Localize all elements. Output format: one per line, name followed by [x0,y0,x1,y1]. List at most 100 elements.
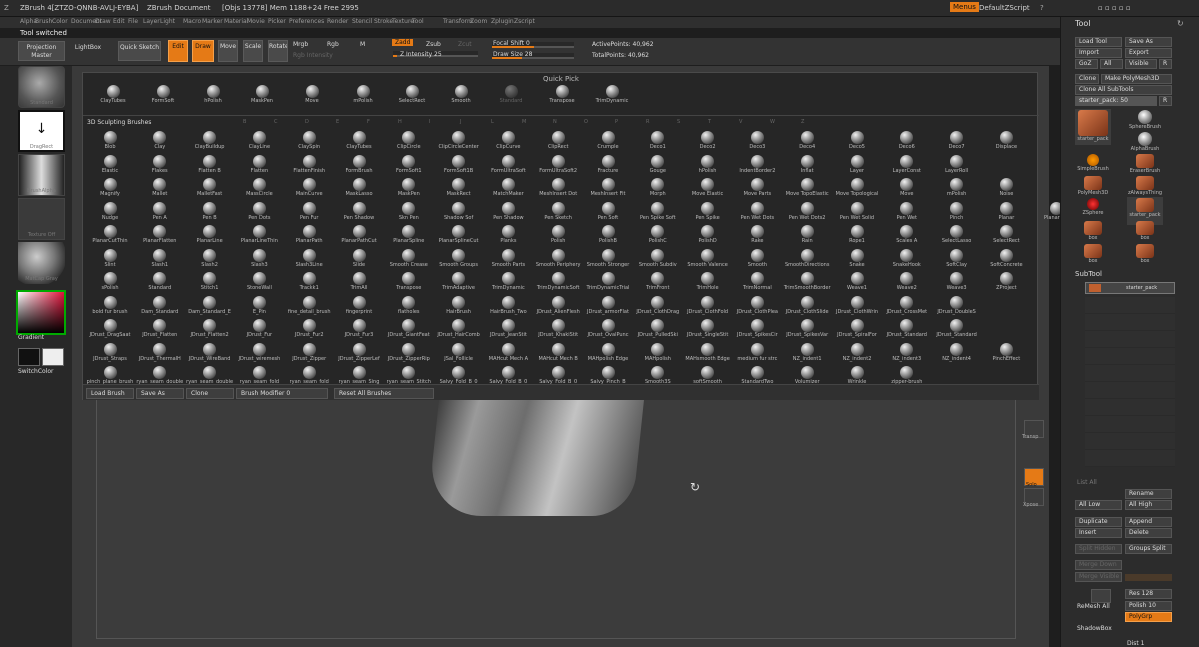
index-letter[interactable]: O [584,119,588,125]
brush-item[interactable]: Pen Wet Dots [732,201,782,224]
menu-render[interactable]: Render [327,18,348,25]
brush-item[interactable]: Layer [832,154,882,177]
current-tool-slider[interactable]: starter_pack: 50 [1075,96,1157,106]
brush-item[interactable]: Move Topological [832,178,882,200]
menu-movie[interactable]: Movie [247,18,265,25]
brush-item[interactable]: JDrust_Standard [932,319,982,341]
quick-pick-item[interactable]: hPolish [189,85,237,112]
brush-item[interactable]: Dam_Standard [135,295,185,318]
brush-item[interactable]: Transpose [384,272,434,294]
brush-item[interactable]: JDrust_ClothSlide [782,295,832,318]
brush-item[interactable]: PolishB [583,225,633,247]
delete-button[interactable]: Delete [1125,528,1172,538]
menu-stroke[interactable]: Stroke [374,18,393,25]
brush-item[interactable]: Pen Wet Dots2 [782,201,832,224]
brush-item[interactable]: Pen Soft [583,201,633,224]
polygrp-button[interactable]: PolyGrp [1125,612,1172,622]
brush-item[interactable]: Weave1 [832,272,882,294]
brush-item[interactable]: Flatten B [185,154,235,177]
brush-item[interactable]: JDrust_wiremesh [234,342,284,365]
zsub-button[interactable]: Zsub [426,41,441,48]
brush-item[interactable]: JDrust_Fur3 [334,319,384,341]
brush-item[interactable]: Pen B [185,201,235,224]
shadowbox-header[interactable]: ShadowBox [1077,625,1112,632]
brush-item[interactable]: Pen Sketch [533,201,583,224]
menus-button[interactable]: Menus [950,2,979,12]
brush-item[interactable]: Slint [85,248,135,271]
append-button[interactable]: Append [1125,517,1172,527]
menu-transform[interactable]: Transform [443,18,473,25]
clone-tool-button[interactable]: Clone [1075,74,1099,84]
brush-item[interactable]: PlanarLineThin [234,225,284,247]
main-color-swatch[interactable] [18,348,40,366]
brush-item[interactable]: Pen Spike [683,201,733,224]
palette-refresh-icon[interactable]: ↻ [1177,19,1184,28]
brush-item[interactable]: StoneWall [234,272,284,294]
brush-item[interactable]: E_Pin [234,295,284,318]
brush-item[interactable]: MaskLasso [334,178,384,200]
color-picker[interactable] [16,290,66,335]
brush-item[interactable]: Blob [85,131,135,153]
brush-item[interactable]: TrimAll [334,272,384,294]
brush-item[interactable]: PolishC [633,225,683,247]
brush-item[interactable]: JDrust_SingleStit [683,319,733,341]
brush-item[interactable]: Smooth Groups [434,248,484,271]
brush-item[interactable]: Deco5 [832,131,882,153]
merge-slider[interactable] [1125,574,1172,581]
insert-button[interactable]: Insert [1075,528,1122,538]
menu-layer[interactable]: Layer [143,18,160,25]
brush-item[interactable]: MaskRect [434,178,484,200]
index-letter[interactable]: S [677,119,680,125]
brush-item[interactable]: ClayTubes [334,131,384,153]
default-zscript-button[interactable]: DefaultZScript [979,4,1030,12]
quick-pick-item[interactable]: SelectRect [388,85,436,112]
secondary-color-swatch[interactable] [42,348,64,366]
brush-item[interactable]: Smooth Periphery [533,248,583,271]
brush-item[interactable]: Gouge [633,154,683,177]
goz-button[interactable]: GoZ [1075,59,1098,69]
brush-item[interactable]: Slash3 [234,248,284,271]
rename-button[interactable]: Rename [1125,489,1172,499]
brush-item[interactable]: ClipCircleCenter [434,131,484,153]
brush-item[interactable]: Rain [782,225,832,247]
remesh-icon[interactable] [1091,589,1111,603]
brush-item[interactable]: TrimHole [683,272,733,294]
menu-preferences[interactable]: Preferences [289,18,324,25]
brush-item[interactable]: Weave2 [882,272,932,294]
clone-brush-button[interactable]: Clone [186,388,234,399]
brush-item[interactable]: Rake [732,225,782,247]
brush-item[interactable]: Scales A [882,225,932,247]
menu-macro[interactable]: Macro [183,18,201,25]
brush-item[interactable]: Pen A [135,201,185,224]
brush-item[interactable]: medium fur strc [732,342,782,365]
save-as-tool-button[interactable]: Save As [1125,37,1172,47]
menu-brush[interactable]: Brush [35,18,52,25]
brush-item[interactable]: Pen Spike Soft [633,201,683,224]
brush-item[interactable]: ClipRect [533,131,583,153]
brush-item[interactable]: JDrust_Flatten [135,319,185,341]
gradient-label[interactable]: Gradient [18,334,44,341]
goz-all-button[interactable]: All [1100,59,1123,69]
brush-item[interactable]: IndentBorder2 [732,154,782,177]
brush-item[interactable]: JDrust_SpikesVar [782,319,832,341]
brush-item[interactable]: Standard [135,272,185,294]
brush-item[interactable]: TrimSmoothBorder [782,272,832,294]
brush-item[interactable]: Weave3 [932,272,982,294]
index-letter[interactable]: D [305,119,309,125]
brush-item[interactable]: PlanarCutThin [85,225,135,247]
index-letter[interactable]: B [243,119,246,125]
brush-item[interactable]: Skn Pen [384,201,434,224]
index-letter[interactable]: W [770,119,775,125]
brush-item[interactable]: Rope1 [832,225,882,247]
brush-item[interactable]: JDrust_SpikesCir [732,319,782,341]
index-letter[interactable]: J [460,119,461,125]
brush-item[interactable]: LayerConst [882,154,932,177]
brush-item[interactable]: Nudge [85,201,135,224]
help-icon[interactable]: ? [1040,4,1044,12]
brush-item[interactable]: FlattenFinish [284,154,334,177]
brush-item[interactable]: Smooth Crease [384,248,434,271]
brush-item[interactable]: Mallet [135,178,185,200]
index-letter[interactable]: F [367,119,370,125]
scale-button[interactable]: Scale [243,40,263,62]
brush-item[interactable]: FormBrush [334,154,384,177]
